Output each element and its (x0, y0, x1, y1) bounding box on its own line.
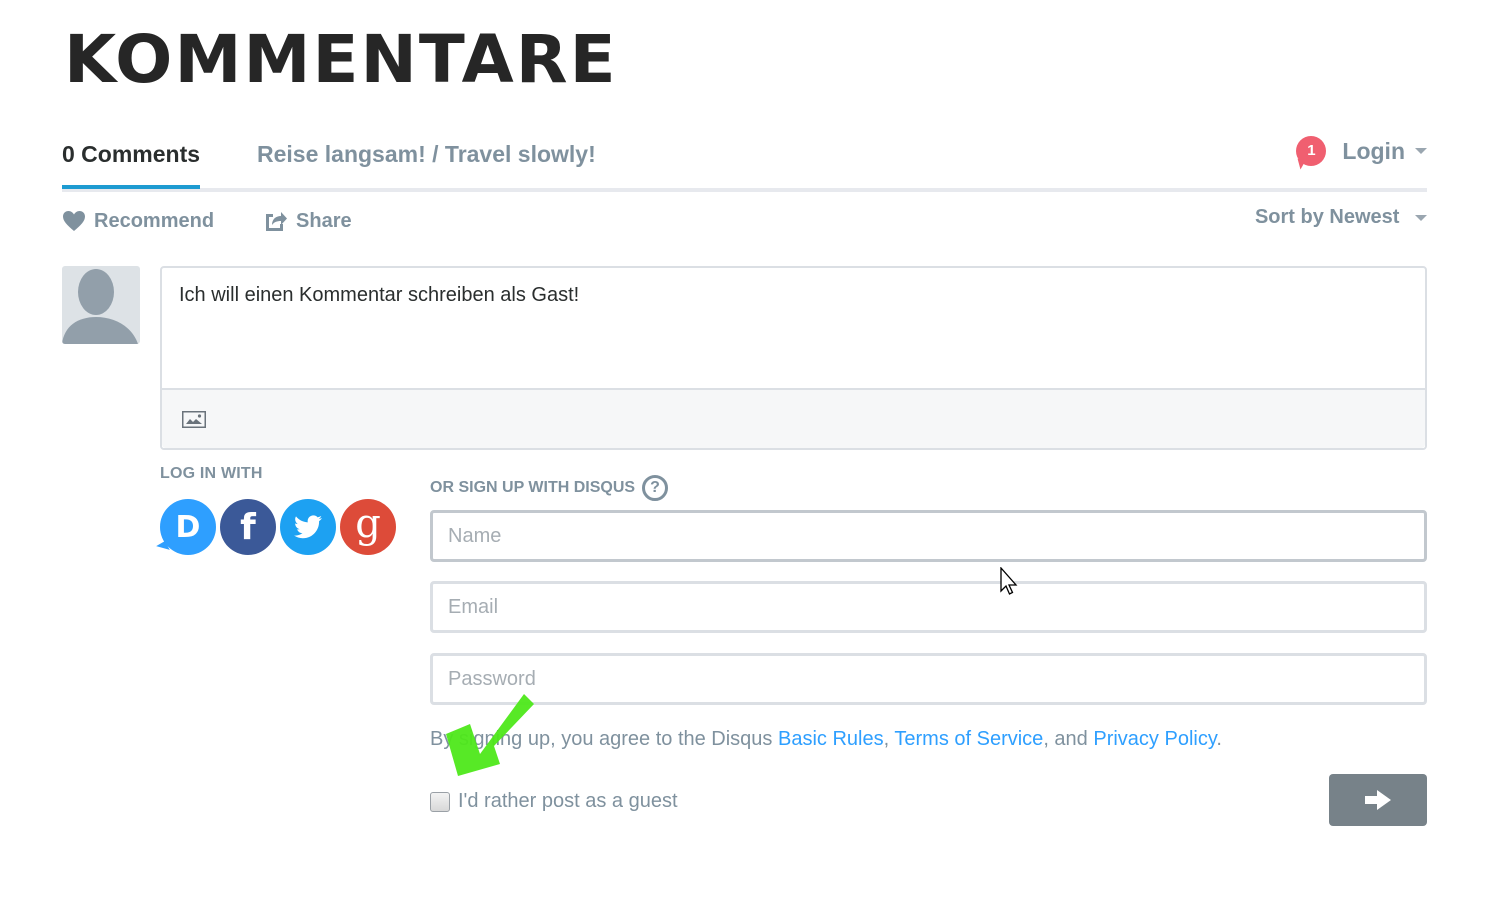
login-with-label: LOG IN WITH (160, 465, 263, 482)
page-title: KOMMENTARE (64, 21, 618, 98)
login-google-button[interactable]: g (340, 499, 396, 555)
basic-rules-link[interactable]: Basic Rules (778, 728, 884, 750)
editor-toolbar (162, 388, 1425, 448)
guest-option[interactable]: I'd rather post as a guest (430, 790, 678, 813)
mouse-cursor-icon (1000, 567, 1018, 595)
chevron-down-icon (1415, 214, 1427, 221)
tab-forum[interactable]: Reise langsam! / Travel slowly! (257, 140, 596, 168)
guest-checkbox[interactable] (430, 791, 450, 812)
arrow-right-icon (1365, 790, 1391, 810)
comment-editor[interactable]: Ich will einen Kommentar schreiben als G… (160, 266, 1427, 450)
heart-icon (63, 211, 85, 231)
sort-label: Sort by Newest (1254, 206, 1400, 228)
tab-comments[interactable]: 0 Comments (62, 140, 201, 189)
terms-suffix: . (1216, 728, 1222, 750)
terms-sep2: , and (1043, 728, 1094, 750)
google-icon: g (355, 501, 381, 547)
signup-section-label: OR SIGN UP WITH DISQUS ? (430, 475, 669, 501)
terms-of-service-link[interactable]: Terms of Service (894, 728, 1043, 750)
login-label: Login (1342, 137, 1405, 164)
user-placeholder-icon (62, 269, 138, 344)
terms-notice: By signing up, you agree to the Disqus B… (430, 728, 1222, 751)
share-icon (266, 212, 288, 231)
comment-actions: Recommend Share (62, 206, 402, 236)
login-disqus-button[interactable]: D (160, 499, 216, 555)
share-label: Share (296, 209, 352, 232)
login-menu[interactable]: 1 Login (1296, 136, 1427, 166)
password-input[interactable] (430, 653, 1427, 705)
help-icon[interactable]: ? (642, 475, 669, 501)
terms-sep1: , (883, 728, 895, 750)
signup-label: OR SIGN UP WITH DISQUS (430, 479, 636, 496)
name-input[interactable] (430, 510, 1427, 562)
chevron-down-icon (1415, 148, 1427, 154)
email-input[interactable] (430, 581, 1427, 633)
notification-badge[interactable]: 1 (1296, 136, 1327, 166)
disqus-icon: D (175, 509, 201, 545)
image-icon (182, 411, 206, 428)
avatar (62, 266, 140, 344)
social-login-buttons: D f g (160, 499, 400, 555)
submit-button[interactable] (1329, 774, 1427, 826)
login-facebook-button[interactable]: f (220, 499, 276, 555)
upload-image-button[interactable] (182, 411, 206, 433)
login-twitter-button[interactable] (280, 499, 336, 555)
twitter-icon (294, 515, 322, 539)
guest-label: I'd rather post as a guest (458, 790, 678, 812)
privacy-policy-link[interactable]: Privacy Policy (1093, 728, 1216, 750)
sort-dropdown[interactable]: Sort by Newest (1255, 206, 1427, 229)
comment-text[interactable]: Ich will einen Kommentar schreiben als G… (179, 284, 579, 307)
annotation-arrow-icon (446, 694, 534, 776)
recommend-button[interactable]: Recommend (62, 210, 214, 233)
comment-tabs: 0 Comments Reise langsam! / Travel slowl… (62, 130, 1427, 192)
facebook-icon: f (240, 506, 256, 548)
recommend-label: Recommend (94, 209, 215, 232)
share-button[interactable]: Share (264, 209, 352, 233)
